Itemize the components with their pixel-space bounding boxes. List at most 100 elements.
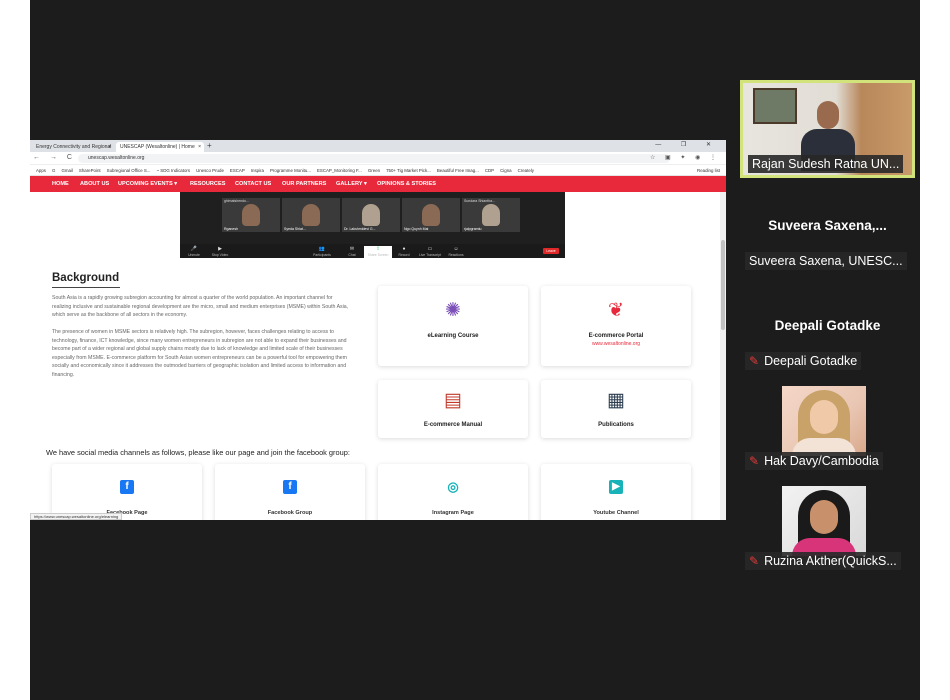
bookmark-item[interactable]: Gmail (61, 165, 72, 175)
social-card[interactable]: f Facebook Page (52, 464, 202, 520)
social-card[interactable]: ◎ Instagram Page (378, 464, 528, 520)
embedded-video-tile: Dr. Lakshmidevi G... (342, 198, 400, 232)
control-label: Reactions (448, 253, 464, 257)
bookmark-item[interactable]: Green (368, 165, 380, 175)
bookmark-item[interactable]: ESCAP (230, 165, 245, 175)
embedded-video-tile: Ngo Quynh Mai (402, 198, 460, 232)
meeting-control: ▭ Live Transcript (416, 246, 444, 257)
bookmark-item[interactable]: SharePoint (79, 165, 101, 175)
browser-tab[interactable]: Energy Connectivity and Regional × (32, 142, 114, 152)
card-title: E-commerce Portal (588, 333, 644, 339)
participant-tile[interactable]: Suveera Saxena,... Suveera Saxena, UNESC… (740, 180, 915, 278)
embedded-video-tile: Sundara Shiantha... rjalpgramtu (462, 198, 520, 232)
meeting-control: 🎤 Unmute (180, 246, 208, 257)
social-label: Youtube Channel (593, 510, 639, 516)
control-label: Stop Video (211, 253, 229, 257)
manual-icon: ▤ (444, 390, 462, 411)
bookmark-item[interactable]: Cigna (500, 165, 511, 175)
participant-name: ✎ Deepali Gotadke (745, 352, 862, 370)
shared-screen: Energy Connectivity and Regional × UNESCA… (30, 140, 726, 520)
site-navigation: HOME ABOUT US UPCOMING EVENTS ▾ RESOURCES CO… (30, 176, 726, 192)
embedded-video-tile: Syeda Shiat... (282, 198, 340, 232)
meeting-control: ▶ Stop Video (206, 246, 234, 257)
social-intro: We have social media channels as follows… (46, 448, 350, 457)
site-nav-item[interactable]: RESOURCES (190, 176, 225, 192)
page-scrollbar[interactable] (720, 192, 726, 520)
leave-button: Leave (543, 248, 559, 254)
status-url: https://www.unescap.wesaltonline.org/ele… (30, 513, 123, 520)
close-icon[interactable]: × (108, 142, 111, 152)
mic-muted-icon: ✎ (749, 554, 760, 568)
extension-icons[interactable]: ☆ ▣ ✦ ◉ ⋮ (650, 154, 720, 161)
control-label: Unmute (188, 253, 200, 257)
control-label: Share Screen (367, 253, 389, 257)
tile-label: rjalpgramtu (464, 227, 482, 231)
bookmark-item[interactable]: 750+ Tig Market Pick... (386, 165, 431, 175)
meeting-toolbar: Leave 🎤 Unmute ▶ Stop Video 👥 Participants ✉ Ch… (180, 244, 565, 520)
control-icon: ☺ (453, 246, 459, 252)
participant-display-name: Suveera Saxena,... (768, 218, 887, 233)
control-icon: ● (402, 246, 406, 252)
card-link[interactable]: www.wesaltonline.org (541, 341, 691, 347)
resource-card-publications[interactable]: ▦ Publications (541, 380, 691, 438)
participant-tile[interactable]: ✎ Ruzina Akther(QuickS... (740, 480, 915, 578)
browser-tab-active[interactable]: UNESCAP (Wesaltonline) | Home × (116, 142, 204, 152)
site-nav-item[interactable]: OPINIONS & STORIES (377, 176, 436, 192)
bookmark-item[interactable]: Unesco Prude (196, 165, 224, 175)
bookmark-item[interactable]: CDP (485, 165, 494, 175)
new-tab-button[interactable]: + (207, 141, 212, 150)
url-input[interactable]: unescap.wesaltonline.org (78, 154, 670, 163)
meeting-control: 👥 Participants (308, 246, 336, 257)
bookmark-item[interactable]: Programme Monitu... (270, 165, 311, 175)
resource-card-elearning[interactable]: ✺ eLearning Course (378, 286, 528, 366)
site-nav-item[interactable]: HOME (52, 176, 69, 192)
paragraph: South Asia is a rapidly growing subregio… (52, 295, 349, 319)
participant-video (302, 204, 320, 226)
site-nav-item[interactable]: CONTACT US (235, 176, 271, 192)
paragraph: The presence of women in MSME sectors is… (52, 329, 347, 378)
window-controls[interactable]: — ❐ ✕ (655, 141, 720, 148)
bookmark-item[interactable]: Subregional Office S... (107, 165, 151, 175)
resource-card-manual[interactable]: ▤ E-commerce Manual (378, 380, 528, 438)
participant-tile-active-speaker[interactable]: Rajan Sudesh Ratna UN... (740, 80, 915, 178)
ecommerce-portal-icon: ❦ (608, 300, 624, 321)
bookmark-item[interactable]: Beautiful Free Imag... (437, 165, 479, 175)
divider (52, 287, 120, 288)
meeting-control: ✉ Chat (338, 246, 366, 257)
participant-video (782, 486, 866, 556)
meeting-control: ● Record (390, 246, 418, 257)
tile-label: Ngo Quynh Mai (404, 227, 429, 231)
social-card[interactable]: ▶ Youtube Channel (541, 464, 691, 520)
tab-label: Energy Connectivity and Regional (36, 144, 112, 150)
scrollbar-thumb[interactable] (721, 240, 725, 330)
social-label: Instagram Page (432, 510, 474, 516)
mic-muted-icon: ✎ (749, 454, 760, 468)
participant-tile[interactable]: ✎ Hak Davy/Cambodia (740, 380, 915, 478)
bookmark-item[interactable]: Inspira (251, 165, 264, 175)
browser-tab-strip: Energy Connectivity and Regional × UNESCA… (30, 140, 726, 152)
participant-video (482, 204, 500, 226)
section-title: Background (52, 272, 120, 284)
control-icon: ▶ (218, 246, 222, 252)
bookmark-item[interactable]: Apps (36, 165, 46, 175)
social-card[interactable]: f Facebook Group (215, 464, 365, 520)
site-nav-item[interactable]: GALLERY ▾ (336, 176, 367, 192)
bookmark-item[interactable]: ~ SDG Indicators (157, 165, 191, 175)
site-nav-item[interactable]: OUR PARTNERS (282, 176, 326, 192)
site-nav-item[interactable]: ABOUT US (80, 176, 109, 192)
tile-header: ghimatshendo... (224, 199, 249, 203)
embedded-video-tile: ghimatshendo... Rganesh (222, 198, 280, 232)
reading-list[interactable]: Reading list (697, 165, 720, 175)
bookmark-item[interactable]: Creately (518, 165, 534, 175)
social-label: Facebook Group (267, 510, 313, 516)
participant-video (242, 204, 260, 226)
card-title: E-commerce Manual (423, 422, 483, 428)
close-icon[interactable]: × (198, 142, 201, 152)
bookmark-item[interactable]: G (52, 165, 55, 175)
resource-card-ecommerce-portal[interactable]: ❦ E-commerce Portal www.wesaltonline.org (541, 286, 691, 366)
page-content: Sundara Shiantha... rjalpgramtu Ngo Quynh … (30, 192, 720, 520)
address-bar: ← → C ⌂ unescap.wesaltonline.org ☆ ▣ ✦ ◉… (30, 152, 726, 165)
site-nav-item[interactable]: UPCOMING EVENTS ▾ (118, 176, 177, 192)
bookmark-item[interactable]: ESCAP_Monitoring F... (317, 165, 362, 175)
participant-tile[interactable]: Deepali Gotadke ✎ Deepali Gotadke (740, 280, 915, 378)
